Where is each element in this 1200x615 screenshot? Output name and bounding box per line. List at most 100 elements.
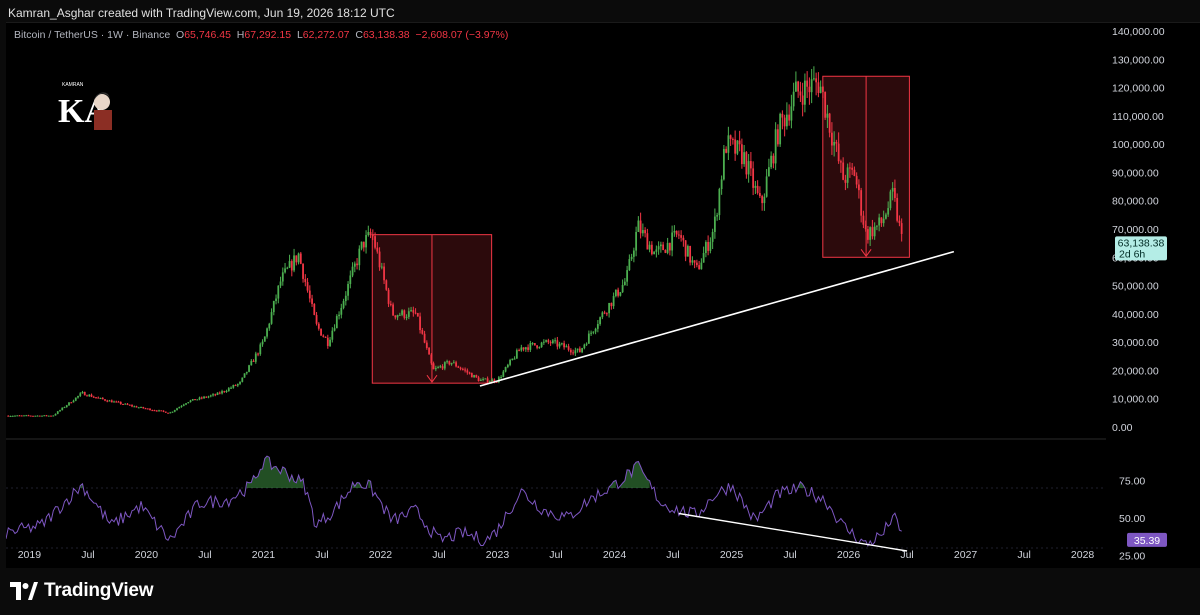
candle-body — [731, 138, 734, 140]
candle-body — [596, 324, 599, 329]
candle-body — [815, 78, 818, 83]
candle-body — [360, 241, 363, 249]
candle-body — [554, 340, 556, 342]
candle-body — [376, 247, 379, 252]
legend-symbol: Bitcoin / TetherUS · 1W · Binance — [14, 29, 171, 41]
candle-body — [61, 407, 64, 411]
candle-body — [612, 296, 615, 307]
candle-body — [801, 95, 804, 105]
candle-body — [115, 401, 118, 403]
candle-body — [515, 350, 518, 359]
rsi-pane — [6, 455, 1106, 552]
candle-body — [169, 412, 172, 414]
candle-body — [288, 261, 291, 268]
price-tick-label: 50,000.00 — [1112, 281, 1159, 293]
candle-body — [621, 285, 624, 293]
chart-frame[interactable]: 140,000.00 130,000.00 120,000.00 110,000.00… — [6, 22, 1200, 569]
candle-body — [833, 141, 836, 146]
candle-body — [664, 250, 667, 253]
candle-body — [470, 373, 473, 378]
candle-body — [333, 328, 336, 331]
rsi-tick-label: 75.00 — [1119, 476, 1145, 488]
candle-body — [25, 415, 28, 417]
candle-body — [502, 371, 505, 377]
candle-body — [608, 303, 611, 314]
candle-body — [74, 397, 77, 401]
candle-body — [849, 167, 851, 169]
tradingview-brand[interactable]: TradingView — [10, 579, 154, 603]
candle-body — [272, 301, 275, 313]
candle-body — [385, 280, 388, 290]
candle-body — [383, 266, 385, 281]
candle-body — [837, 143, 840, 162]
rsi-tick-label: 25.00 — [1119, 551, 1145, 563]
candle-body — [716, 215, 719, 217]
candle-body — [86, 395, 88, 397]
rsi-tick-label: 50.00 — [1119, 513, 1145, 525]
candle-body — [56, 411, 59, 414]
candle-body — [187, 402, 190, 404]
chart-canvas[interactable]: 140,000.00 130,000.00 120,000.00 110,000.00… — [6, 23, 1200, 569]
symbol-legend: Bitcoin / TetherUS · 1W · Binance O65,74… — [14, 29, 508, 41]
candle-body — [867, 229, 869, 240]
candle-body — [20, 415, 23, 417]
candle-body — [214, 394, 217, 396]
candle-body — [209, 395, 212, 397]
candle-body — [617, 289, 620, 296]
candle-body — [869, 227, 872, 240]
candle-body — [729, 135, 732, 139]
candle-body — [806, 80, 809, 87]
price-tick-label: 70,000.00 — [1112, 224, 1159, 236]
candle-body — [144, 408, 147, 410]
candle-body — [428, 347, 430, 355]
candle-body — [392, 304, 394, 316]
price-axis: 140,000.00 130,000.00 120,000.00 110,000.00… — [1112, 26, 1165, 434]
candle-body — [110, 400, 113, 403]
candle-body — [196, 399, 199, 401]
candle-body — [387, 289, 390, 304]
candle-body — [572, 352, 575, 354]
candle-body — [684, 240, 687, 257]
candle-body — [484, 378, 487, 380]
candle-body — [704, 242, 707, 254]
candle-body — [241, 377, 244, 382]
candle-body — [702, 253, 705, 263]
candle-body — [828, 113, 831, 133]
candle-body — [779, 113, 782, 145]
candle-body — [225, 391, 228, 393]
candle-body — [367, 232, 370, 236]
candle-body — [752, 168, 755, 188]
candle-body — [605, 313, 608, 315]
time-tick-label: 2022 — [369, 549, 393, 561]
candle-body — [738, 140, 741, 145]
candle-body — [464, 369, 466, 371]
candle-body — [155, 410, 158, 412]
candle-body — [227, 388, 230, 392]
price-tick-label: 100,000.00 — [1112, 139, 1165, 151]
candle-body — [846, 167, 849, 183]
price-support-trendline[interactable] — [479, 250, 955, 387]
candle-body — [306, 282, 309, 291]
candle-body — [740, 144, 743, 165]
candle-body — [675, 230, 678, 235]
time-tick-label: 2019 — [18, 549, 42, 561]
candle-body — [308, 290, 311, 299]
candle-body — [711, 231, 714, 242]
rsi-trendline[interactable] — [678, 512, 908, 552]
time-tick-label: Jul — [432, 549, 445, 561]
time-tick-label: 2027 — [954, 549, 978, 561]
candle-body — [644, 230, 647, 234]
candle-body — [191, 399, 194, 401]
candle-body — [52, 415, 55, 417]
candle-body — [437, 367, 439, 369]
candle-body — [176, 408, 178, 411]
candle-body — [677, 234, 680, 236]
candle-body — [401, 310, 403, 315]
time-tick-label: Jul — [666, 549, 679, 561]
candle-body — [216, 392, 219, 395]
candle-body — [749, 161, 752, 169]
price-tick-label: 20,000.00 — [1112, 365, 1159, 377]
candle-body — [655, 249, 658, 252]
candle-body — [614, 289, 617, 297]
candle-body — [590, 332, 593, 334]
